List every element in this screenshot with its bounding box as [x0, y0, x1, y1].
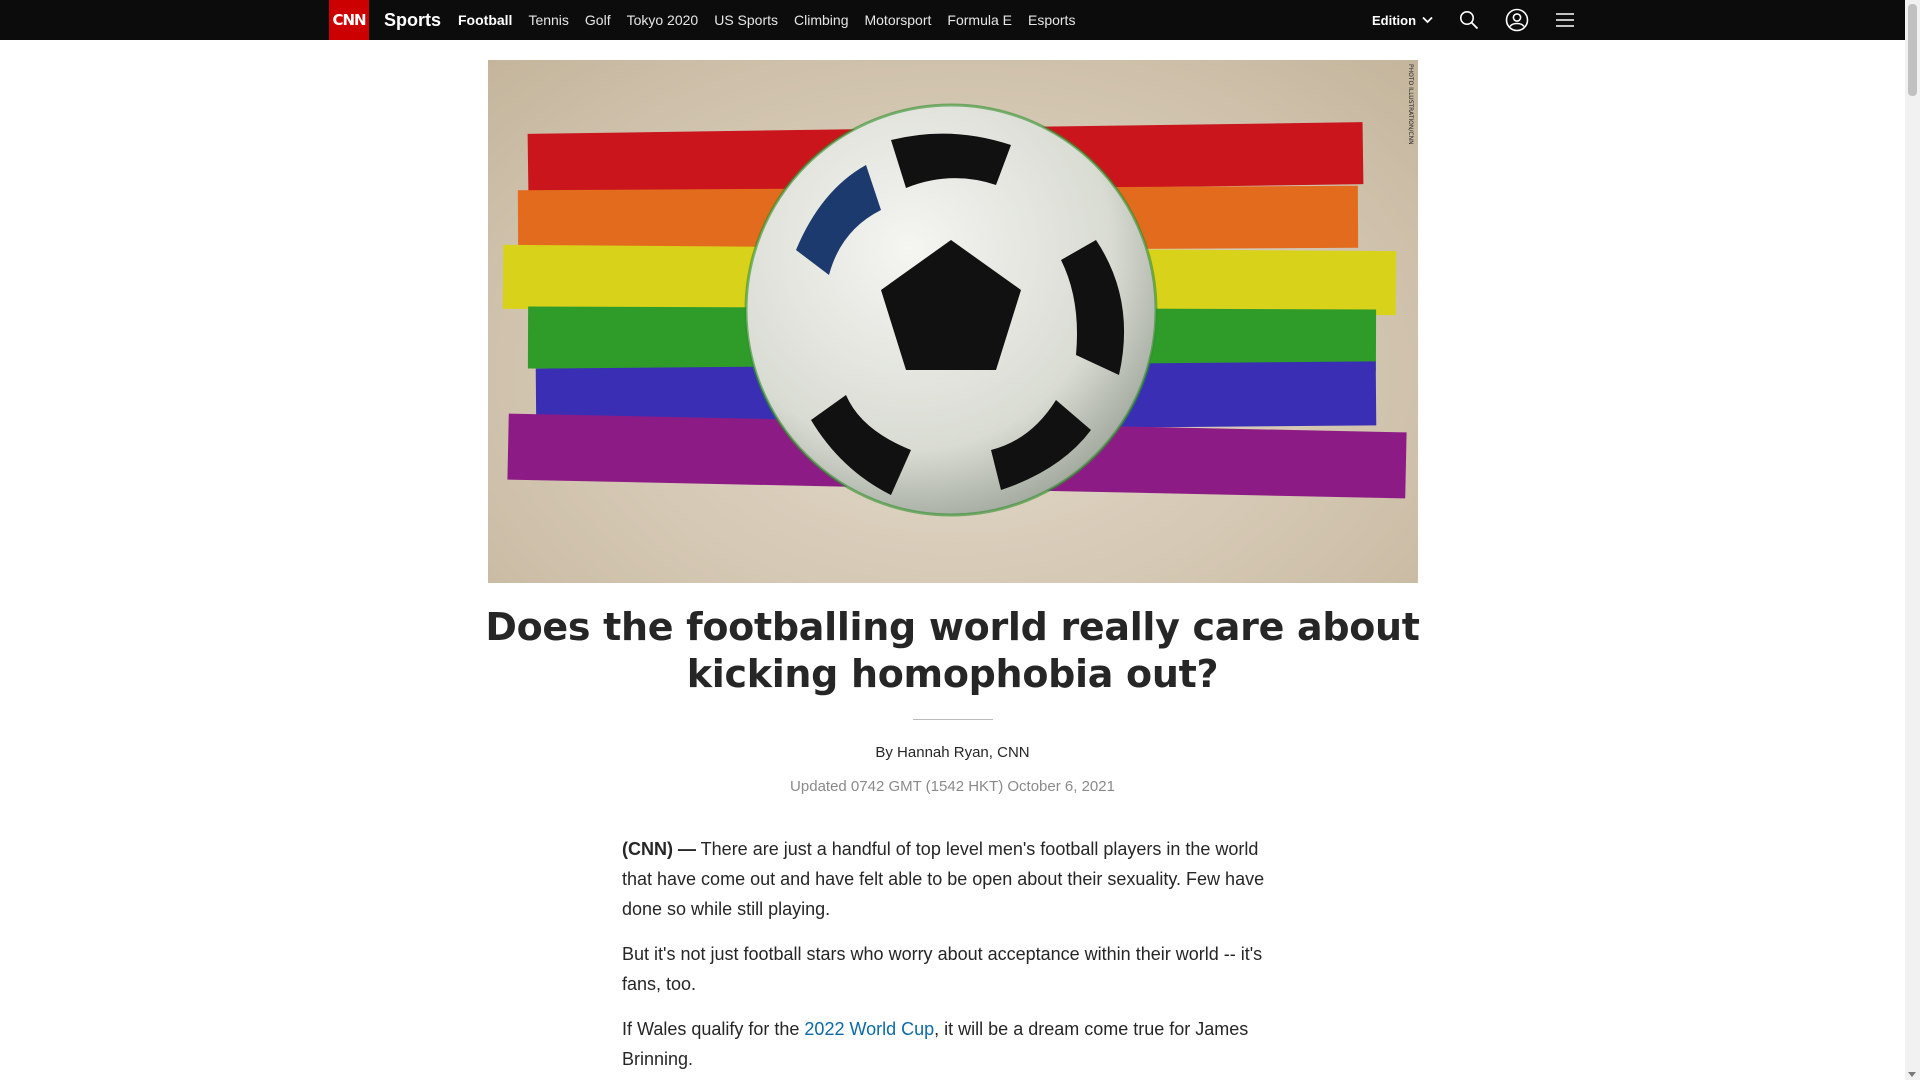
world-cup-link[interactable]: 2022 World Cup	[804, 1019, 934, 1039]
article-paragraph: But it's not just football stars who wor…	[622, 944, 1263, 994]
nav-link-golf[interactable]: Golf	[585, 12, 611, 28]
article-body: (CNN) — There are just a handful of top …	[622, 834, 1282, 1080]
cnn-logo[interactable]: CNN	[329, 0, 369, 40]
paragraph-text: There are just a handful of top level me…	[622, 839, 1265, 919]
nav-link-formula-e[interactable]: Formula E	[947, 12, 1012, 28]
soccer-ball-illustration	[744, 103, 1158, 517]
scroll-down-arrow-icon[interactable]	[1908, 1072, 1916, 1077]
search-icon[interactable]	[1457, 8, 1481, 32]
user-account-icon[interactable]	[1505, 8, 1529, 32]
nav-link-tokyo-2020[interactable]: Tokyo 2020	[627, 12, 699, 28]
article-paragraph: (CNN) — There are just a handful of top …	[622, 834, 1282, 924]
paragraph-text: If Wales qualify for the	[622, 1019, 805, 1039]
nav-link-esports[interactable]: Esports	[1028, 12, 1075, 28]
scrollbar-thumb[interactable]	[1908, 4, 1917, 96]
article-timestamp: Updated 0742 GMT (1542 HKT) October 6, 2…	[790, 778, 1115, 795]
nav-link-climbing[interactable]: Climbing	[794, 12, 848, 28]
hamburger-menu-icon[interactable]	[1553, 8, 1577, 32]
photo-credit: PHOTO ILLUSTRATION/CNN	[1407, 64, 1414, 145]
article-headline: Does the footballing world really care a…	[485, 605, 1420, 696]
edition-selector[interactable]: Edition	[1372, 0, 1433, 40]
nav-link-motorsport[interactable]: Motorsport	[864, 12, 931, 28]
nav-link-tennis[interactable]: Tennis	[528, 12, 568, 28]
hero-image: PHOTO ILLUSTRATION/CNN	[488, 60, 1418, 583]
nav-link-us-sports[interactable]: US Sports	[714, 12, 778, 28]
headline-divider	[913, 719, 993, 720]
article-paragraph: If Wales qualify for the 2022 World Cup,…	[622, 1014, 1282, 1074]
top-navigation-bar: CNN Sports Football Tennis Golf Tokyo 20…	[0, 0, 1905, 40]
section-nav-links: Football Tennis Golf Tokyo 2020 US Sport…	[458, 0, 1091, 40]
chevron-down-icon	[1422, 16, 1433, 24]
article-byline: By Hannah Ryan, CNN	[875, 744, 1030, 761]
source-tag: (CNN) —	[622, 839, 696, 859]
sports-section-title[interactable]: Sports	[384, 0, 441, 40]
vertical-scrollbar[interactable]	[1905, 0, 1920, 1080]
edition-label: Edition	[1372, 12, 1417, 28]
nav-link-football[interactable]: Football	[458, 12, 512, 28]
